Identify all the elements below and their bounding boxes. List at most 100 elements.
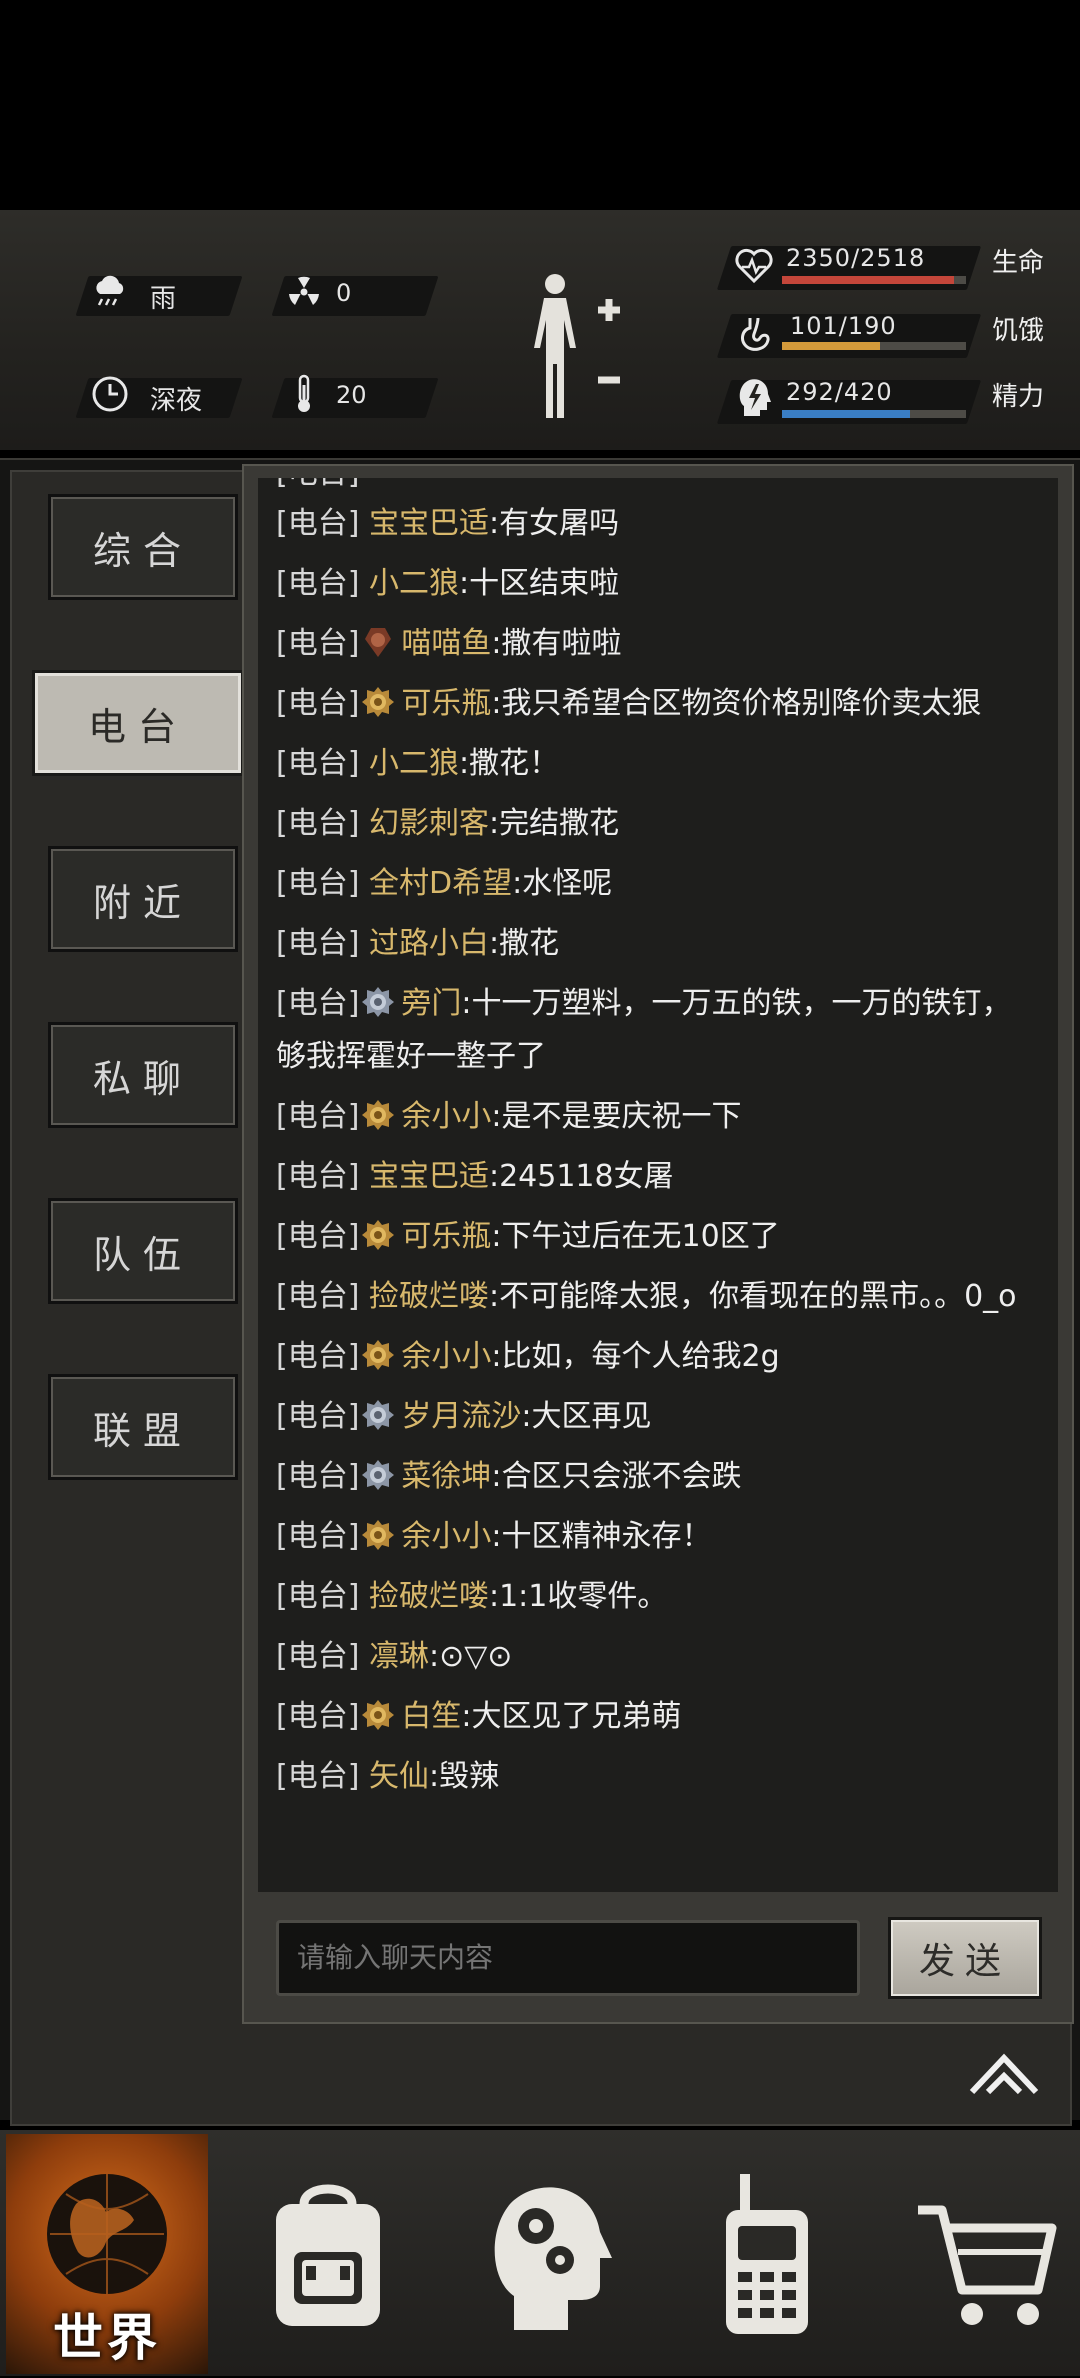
message-sender-name[interactable]: 凛琳 [369,1639,429,1674]
message-channel-tag: [电台] [276,1159,360,1194]
chat-message: [电台] 矢仙:毁辣 [276,1750,1040,1803]
message-channel-tag: [电台] [276,1759,360,1794]
time-of-day: 深夜 [150,386,203,416]
message-channel-tag: [电台] [276,1219,360,1254]
chat-message-list[interactable]: [电台] [电台] 宝宝巴适:有女屠吗[电台] 小二狼:十区结束啦[电台]喵喵鱼… [258,478,1058,1892]
message-text: :比如，每个人给我2g [491,1339,780,1374]
message-channel-tag: [电台] [276,686,360,721]
radiation-value: 0 [336,279,352,307]
message-sender-name[interactable]: 可乐瓶 [401,686,491,721]
chevron-up-icon [969,2053,1039,2095]
tab-general[interactable]: 综合 [48,494,238,600]
tab-alliance[interactable]: 联盟 [48,1374,238,1480]
tab-radio[interactable]: 电台 [32,670,244,776]
silver-rank-badge-icon [359,1399,401,1434]
radio-phone-icon [726,2174,808,2334]
backpack-icon [276,2184,380,2326]
chat-message: [电台] 喵喵鱼:撒有啦啦 [276,617,1040,670]
message-channel-tag: [电台] [276,806,360,841]
message-text: :大区再见 [521,1399,652,1434]
nav-radio-button[interactable] [700,2170,840,2340]
gold-rank-badge-icon [359,686,401,721]
message-text: :⊙▽⊙ [428,1639,513,1674]
chat-message: [电台] 宝宝巴适:245118女屠 [276,1150,1040,1203]
chat-message: [电台] 菜徐坤:合区只会涨不会跌 [276,1450,1040,1503]
nav-shop-button[interactable] [912,2170,1062,2340]
message-text: :下午过后在无10区了 [491,1219,780,1254]
chat-message: [电台] 捡破烂喽:1:1收零件。 [276,1570,1040,1623]
message-text: :撒有啦啦 [491,626,622,661]
chat-message: [电台] 岁月流沙:大区再见 [276,1390,1040,1443]
skills-head-icon [494,2187,612,2330]
hunger-label: 饥饿 [992,316,1045,346]
message-sender-name[interactable]: 捡破烂喽 [369,1579,489,1614]
message-channel-tag: [电台] [276,1339,360,1374]
gold-rank-badge-icon [359,1219,401,1254]
chat-message: [电台] 过路小白:撒花 [276,917,1040,970]
message-sender-name[interactable]: 菜徐坤 [401,1459,491,1494]
message-channel-tag: [电台] [276,926,360,961]
message-sender-name[interactable]: 白笙 [401,1699,461,1734]
chat-message: [电台] 旁门:十一万塑料，一万五的铁，一万的铁钉，够我挥霍好一整子了 [276,977,1040,1083]
message-sender-name[interactable]: 旁门 [401,986,461,1021]
health-label: 生命 [992,248,1045,278]
health-bar-fill [782,276,954,284]
chat-message: [电台] 白笙:大区见了兄弟萌 [276,1690,1040,1743]
chat-message: [电台] 捡破烂喽:不可能降太狠，你看现在的黑市。。0_o [276,1270,1040,1323]
message-sender-name[interactable]: 喵喵鱼 [401,626,491,661]
chat-message: [电台] 余小小:是不是要庆祝一下 [276,1090,1040,1143]
thermometer-icon [282,372,326,416]
send-button[interactable]: 发送 [888,1917,1042,1999]
chat-message: [电台] 全村D希望:水怪呢 [276,857,1040,910]
message-text: :撒花！ [458,746,560,781]
collapse-up-button[interactable] [964,2046,1044,2100]
message-sender-name[interactable]: 小二狼 [369,566,459,601]
message-sender-name[interactable]: 岁月流沙 [401,1399,521,1434]
nav-skills-button[interactable] [480,2170,620,2340]
message-sender-name[interactable]: 余小小 [401,1339,491,1374]
shop-cart-icon [918,2205,1057,2325]
gold-rank-badge-icon [359,1339,401,1374]
message-text: :水怪呢 [512,866,613,901]
gold-rank-badge-icon [359,1519,401,1554]
message-text: :1:1收零件。 [488,1579,668,1614]
message-sender-name[interactable]: 全村D希望 [369,866,512,901]
message-text: :是不是要庆祝一下 [491,1099,742,1134]
message-sender-name[interactable]: 矢仙 [369,1759,429,1794]
body-status-button[interactable] [520,268,630,428]
body-figure-icon [534,274,620,418]
message-channel-tag: [电台] [276,1519,360,1554]
message-text: :十区结束啦 [458,566,620,601]
message-sender-name[interactable]: 余小小 [401,1519,491,1554]
tab-team[interactable]: 队伍 [48,1198,238,1304]
message-sender-name[interactable]: 宝宝巴适 [369,1159,489,1194]
nav-backpack-button[interactable] [258,2170,398,2340]
energy-head-icon [732,376,776,420]
message-channel-tag: [电台] [276,1279,360,1314]
message-sender-name[interactable]: 小二狼 [369,746,459,781]
message-text: :245118女屠 [488,1159,674,1194]
message-text: :大区见了兄弟萌 [461,1699,682,1734]
message-sender-name[interactable]: 捡破烂喽 [369,1279,489,1314]
message-channel-tag: [电台] [276,1699,360,1734]
message-text: :有女屠吗 [488,506,620,541]
gold-rank-badge-icon [359,1099,401,1134]
message-text: :毁辣 [428,1759,500,1794]
message-sender-name[interactable]: 宝宝巴适 [369,506,489,541]
message-sender-name[interactable]: 过路小白 [369,926,489,961]
temperature-value: 20 [336,381,367,409]
chat-input[interactable] [276,1920,860,1996]
chat-message: [电台] 余小小:比如，每个人给我2g [276,1330,1040,1383]
chat-message: [电台] 可乐瓶:我只希望合区物资价格别降价卖太狠 [276,677,1040,730]
message-channel-tag: [电台] [276,566,360,601]
message-sender-name[interactable]: 余小小 [401,1099,491,1134]
tab-private[interactable]: 私聊 [48,1022,238,1128]
message-channel-tag: [电台] [276,1459,360,1494]
silver-rank-badge-icon [359,1459,401,1494]
tab-nearby[interactable]: 附近 [48,846,238,952]
message-channel-tag: [电台] [276,626,360,661]
chat-message: [电台] 幻影刺客:完结撒花 [276,797,1040,850]
message-sender-name[interactable]: 可乐瓶 [401,1219,491,1254]
message-text: :撒花 [488,926,560,961]
message-sender-name[interactable]: 幻影刺客 [369,806,489,841]
